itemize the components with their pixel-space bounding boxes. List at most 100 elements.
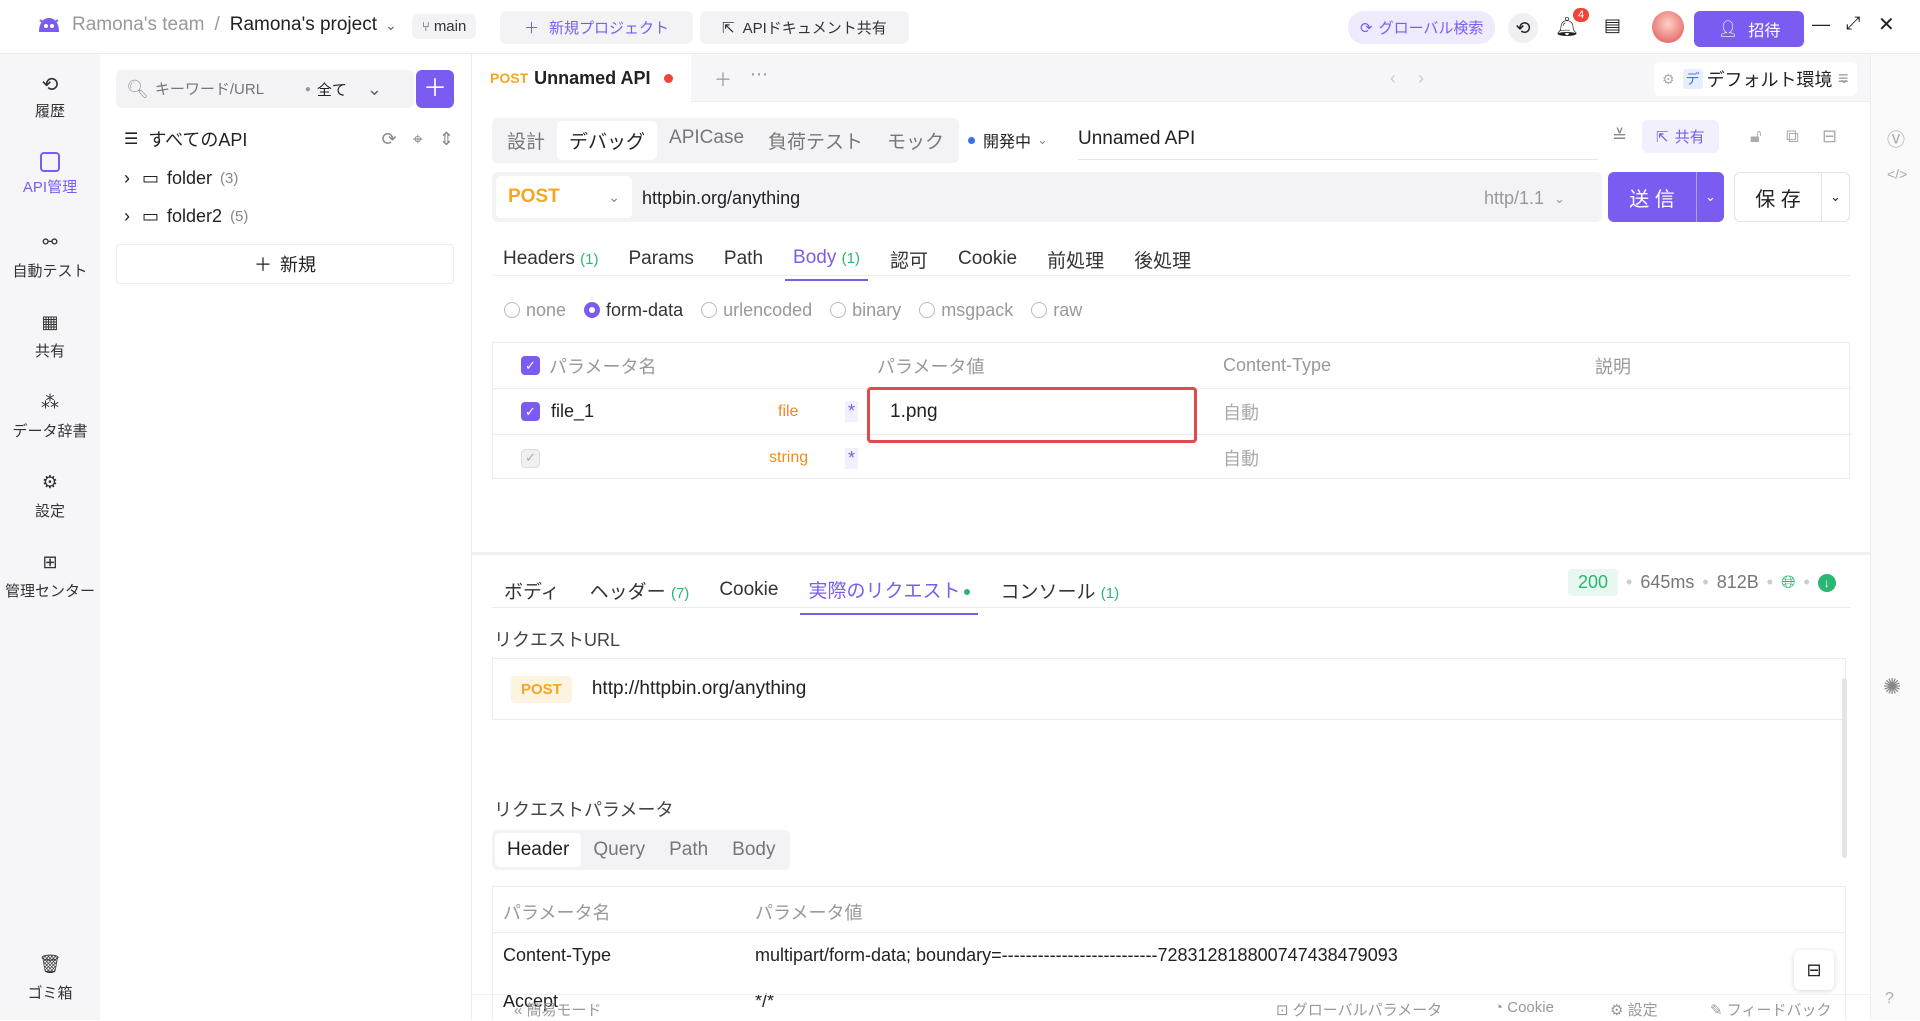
doc-tab-active[interactable]: POST Unnamed API [472,54,692,102]
archive-icon[interactable]: ⊟ [1822,126,1837,147]
nav-item-trash[interactable]: 🗑︎ ゴミ箱 [0,954,100,1003]
more-tabs-icon[interactable]: ⋯ [750,64,768,85]
content-type-field[interactable]: 自動 [1223,399,1259,425]
nav-item-settings[interactable]: ⚙ 設定 [0,472,100,521]
all-apis-label[interactable]: すべてのAPI [148,126,381,152]
api-spec-icon[interactable]: Ⓥ [1887,126,1905,152]
globe-icon[interactable]: 🌐︎ [1781,572,1795,593]
share-button[interactable]: ⇱ 共有 [1642,120,1719,153]
search-input[interactable] [154,80,305,98]
refresh-icon[interactable]: ⟳ [382,129,397,150]
nav-item-api-management[interactable]: API管理 [0,152,100,197]
team-name[interactable]: Ramona's team [72,14,204,36]
save-button[interactable]: 保 存 ⌄ [1734,172,1850,222]
mode-tab[interactable]: 負荷テスト [756,121,875,160]
nav-item-history[interactable]: ⟲ 履歴 [0,72,100,121]
param-tab-query[interactable]: Query [581,833,657,867]
filter-select[interactable]: 全て [317,79,347,100]
new-project-button[interactable]: ＋ 新規プロジェクト [500,11,694,44]
tab-pre-processing[interactable]: 前処理 [1047,246,1104,273]
tab-headers[interactable]: Headers (1) [503,248,598,270]
param-type-select[interactable]: string [769,449,808,467]
cookie-button[interactable]: ◔ Cookie [1494,999,1554,1016]
ai-assistant-icon[interactable]: ✺ [1883,674,1901,700]
param-value-file[interactable]: 1.png [890,401,938,423]
project-name[interactable]: Ramona's project [230,14,377,36]
nav-item-data-dictionary[interactable]: ⁂ データ辞書 [0,392,100,441]
tab-response-body[interactable]: ボディ [504,577,560,604]
radio-raw[interactable]: raw [1031,300,1082,321]
radio-binary[interactable]: binary [830,300,901,321]
nav-item-auto-test[interactable]: ⚯ 自動テスト [0,232,100,281]
expand-collapse-icon[interactable]: ⇕ [439,129,454,150]
new-item-button[interactable]: ＋ 新規 [116,244,454,284]
method-select[interactable]: POST ⌄ [496,176,632,218]
branch-selector[interactable]: ⑂ main [412,14,477,39]
folder-item[interactable]: › ▭ folder (3) [124,168,238,189]
mode-tab[interactable]: 設計 [495,121,557,160]
chevron-down-icon[interactable]: ⌄ [385,17,397,34]
global-params-button[interactable]: ⊡ グローバルパラメータ [1276,999,1442,1020]
select-all-checkbox[interactable]: ✓ [521,356,540,375]
lock-icon[interactable]: 🔓︎ [1750,126,1762,147]
download-icon[interactable]: ↓ [1817,573,1836,592]
tab-post-processing[interactable]: 後処理 [1134,246,1191,273]
radio-msgpack[interactable]: msgpack [919,300,1013,321]
required-marker[interactable]: * [845,401,859,422]
share-doc-button[interactable]: ⇱ APIドキュメント共有 [700,11,909,44]
maximize-icon[interactable]: ⤢ [1846,13,1860,34]
mode-tab[interactable]: APICase [657,121,756,160]
global-search-button[interactable]: ⟳ グローバル検索 [1348,11,1496,44]
protocol-select[interactable]: http/1.1 ⌄ [1484,188,1565,209]
close-icon[interactable]: ✕ [1878,12,1895,37]
tab-console[interactable]: コンソール (1) [1000,577,1119,604]
simple-mode-button[interactable]: « 簡易モード [514,999,602,1020]
tab-params[interactable]: Params [628,248,693,270]
radio-none[interactable]: none [504,300,566,321]
required-marker[interactable]: * [845,447,859,469]
arrow-left-icon[interactable]: ‹ [1390,68,1396,89]
content-type-field[interactable]: 自動 [1223,445,1259,471]
format-icon[interactable]: ≚ [1612,126,1627,147]
add-tab-icon[interactable]: ＋ [714,66,732,92]
tab-response-cookie[interactable]: Cookie [719,579,778,601]
layout-toggle-icon[interactable]: ⊟ [1794,950,1834,990]
docs-icon[interactable]: ▤ [1604,15,1621,36]
environment-selector[interactable]: ⚙ デ デフォルト環境 ⌄ [1654,62,1858,96]
mode-tab[interactable]: モック [875,121,956,160]
url-input[interactable]: httpbin.org/anything [642,188,800,209]
mode-tab[interactable]: デバッグ [557,121,658,160]
code-icon[interactable]: </> [1887,166,1907,182]
status-selector[interactable]: 開発中 ⌄ [968,128,1048,152]
copy-icon[interactable]: ⧉ [1786,126,1799,147]
radio-urlencoded[interactable]: urlencoded [701,300,812,321]
nav-item-admin-center[interactable]: ⊞ 管理センター [0,552,100,601]
locate-icon[interactable]: ⌖ [413,129,423,150]
param-name[interactable]: file_1 [551,401,594,422]
feedback-button[interactable]: ✎ フィードバック [1710,999,1831,1020]
help-icon[interactable]: ? [1885,990,1894,1008]
param-type-select[interactable]: file [778,403,798,421]
settings-button[interactable]: ⚙ 設定 [1610,999,1658,1020]
tab-auth[interactable]: 認可 [890,246,928,273]
radio-form-data[interactable]: form-data [584,300,683,321]
row-checkbox[interactable]: ✓ [521,448,540,468]
search-box[interactable]: 🔍︎ ● 全て ⌄ [116,70,414,108]
panel-splitter[interactable] [472,552,1870,555]
chevron-down-icon[interactable]: ⌄ [1696,172,1724,222]
tab-cookie[interactable]: Cookie [958,248,1017,270]
send-button[interactable]: 送 信 ⌄ [1608,172,1724,222]
param-tab-header[interactable]: Header [495,833,582,867]
sync-icon[interactable]: ⟲ [1508,13,1538,43]
chevron-down-icon[interactable]: ⌄ [367,79,382,100]
tab-actual-request[interactable]: 実際のリクエスト [800,576,979,615]
nav-item-share[interactable]: ▦ 共有 [0,312,100,361]
add-button[interactable]: ＋ [416,70,454,108]
folder-item[interactable]: › ▭ folder2 (5) [124,206,248,227]
api-name-field[interactable]: Unnamed API [1078,122,1598,160]
arrow-right-icon[interactable]: › [1418,68,1424,89]
menu-icon[interactable]: ≡ [1838,68,1849,89]
tab-response-headers[interactable]: ヘッダー (7) [590,577,690,604]
minimize-icon[interactable]: — [1812,14,1830,35]
avatar[interactable] [1652,11,1684,43]
